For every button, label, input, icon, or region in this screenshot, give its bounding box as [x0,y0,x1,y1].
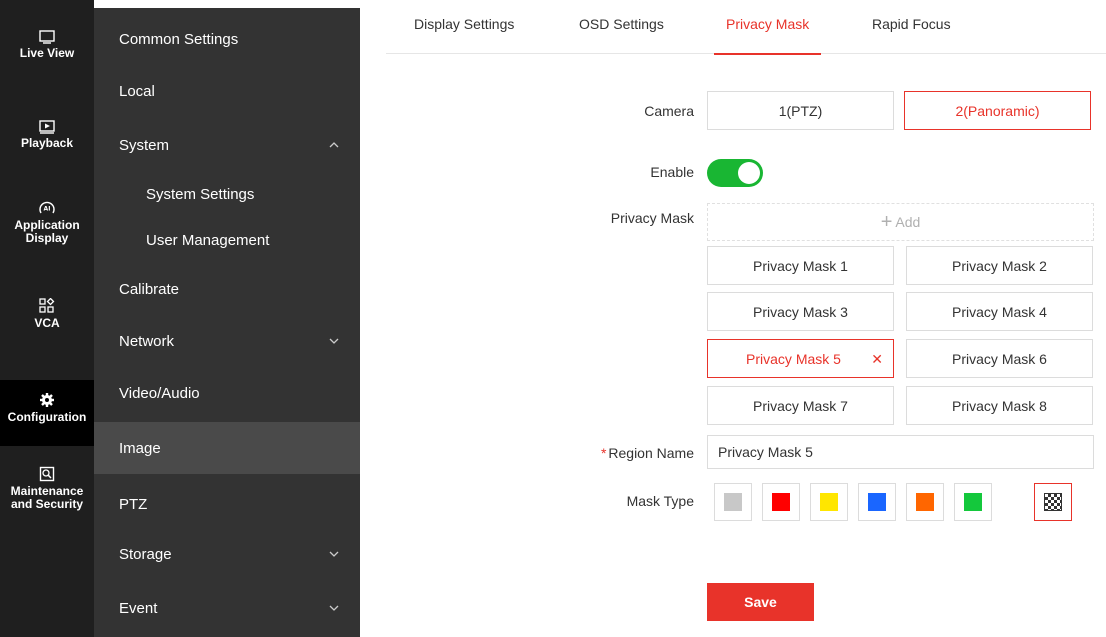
menu-label: Video/Audio [119,384,200,402]
playback-icon [39,120,55,134]
vca-grid-icon [39,298,55,313]
region-name-label-text: Region Name [608,445,694,461]
menu-item-network[interactable]: Network [94,315,360,367]
menu-item-image[interactable]: Image [94,422,360,474]
privacy-mask-3[interactable]: Privacy Mask 3 [707,292,894,331]
color-chip [964,493,982,511]
menu-label: Event [119,599,158,617]
menu-label: Network [119,332,175,350]
rail-item-playback[interactable]: Playback [0,120,94,150]
rail-item-maintenance[interactable]: Maintenance and Security [0,466,94,511]
privacy-mask-5[interactable]: Privacy Mask 5 ✕ [707,339,894,378]
menu-label: Local [119,82,155,100]
menu-item-storage[interactable]: Storage [94,528,360,580]
svg-text:AI: AI [44,206,51,213]
main-navigation-rail: Live View Playback AI Application Displa… [0,0,94,637]
region-name-input[interactable] [707,435,1094,469]
mosaic-icon [1044,493,1062,511]
color-chip [820,493,838,511]
menu-item-system[interactable]: System [94,119,360,171]
menu-item-system-settings[interactable]: System Settings [94,171,360,217]
enable-toggle[interactable] [707,159,763,187]
privacy-mask-7[interactable]: Privacy Mask 7 [707,386,894,425]
privacy-mask-label: Privacy Mask [610,210,694,226]
color-chip [868,493,886,511]
mask-label: Privacy Mask 5 [746,350,841,367]
privacy-mask-1[interactable]: Privacy Mask 1 [707,246,894,285]
rail-label: Live View [19,46,75,60]
menu-label: Common Settings [119,30,239,48]
menu-item-common-settings[interactable]: Common Settings [94,13,360,65]
rail-label: VCA [34,316,60,330]
image-tabs: Display Settings OSD Settings Privacy Ma… [386,0,1106,55]
add-mask-button[interactable]: + Add [707,203,1094,241]
mask-type-mosaic[interactable] [1034,483,1072,521]
menu-label: System Settings [146,185,255,203]
enable-label: Enable [650,164,694,180]
camera-option-ptz[interactable]: 1(PTZ) [707,91,894,130]
menu-item-local[interactable]: Local [94,65,360,117]
rail-label: Maintenance and Security [10,484,84,511]
menu-item-ptz[interactable]: PTZ [94,478,360,530]
menu-item-video-audio[interactable]: Video/Audio [94,367,360,419]
save-button[interactable]: Save [707,583,814,621]
menu-label: PTZ [119,495,148,513]
close-icon[interactable]: ✕ [871,351,883,367]
monitor-icon [39,30,55,44]
rail-item-vca[interactable]: VCA [0,298,94,330]
chevron-down-icon [329,605,339,611]
toggle-knob [738,162,760,184]
mask-type-label: Mask Type [626,493,694,509]
menu-label: User Management [146,231,270,249]
menu-item-calibrate[interactable]: Calibrate [94,263,360,315]
camera-option-panoramic[interactable]: 2(Panoramic) [904,91,1091,130]
menu-label: System [119,136,170,154]
rail-item-configuration[interactable]: Configuration [0,380,94,446]
chevron-down-icon [329,551,339,557]
privacy-mask-6[interactable]: Privacy Mask 6 [906,339,1093,378]
menu-label: Calibrate [119,280,180,298]
color-chip [916,493,934,511]
rail-label: Application Display [14,218,80,245]
rail-label: Playback [20,136,74,150]
ai-icon: AI [39,201,55,214]
menu-item-event[interactable]: Event [94,582,360,634]
menu-item-user-management[interactable]: User Management [94,217,360,263]
tab-osd-settings[interactable]: OSD Settings [579,16,664,54]
rail-item-application-display[interactable]: AI Application Display [0,200,94,245]
mask-type-color-5[interactable] [906,483,944,521]
tab-rapid-focus[interactable]: Rapid Focus [872,16,951,54]
plus-icon: + [880,210,893,233]
mask-type-color-1[interactable] [714,483,752,521]
rail-item-live-view[interactable]: Live View [0,30,94,60]
mask-type-color-3[interactable] [810,483,848,521]
chevron-up-icon [329,142,339,148]
privacy-mask-8[interactable]: Privacy Mask 8 [906,386,1093,425]
tab-display-settings[interactable]: Display Settings [414,16,514,54]
configuration-menu: Common Settings Local System System Sett… [94,8,360,637]
rail-label: Configuration [7,410,87,424]
mask-type-color-2[interactable] [762,483,800,521]
color-chip [772,493,790,511]
privacy-mask-2[interactable]: Privacy Mask 2 [906,246,1093,285]
chevron-down-icon [329,338,339,344]
tab-privacy-mask[interactable]: Privacy Mask [713,16,822,55]
menu-label: Storage [119,545,172,563]
camera-label: Camera [644,103,694,119]
maintenance-icon [39,466,55,482]
privacy-mask-4[interactable]: Privacy Mask 4 [906,292,1093,331]
gear-icon [40,393,54,407]
mask-type-color-6[interactable] [954,483,992,521]
required-asterisk: * [600,445,607,461]
region-name-label: * Region Name [494,445,694,461]
add-label: Add [895,214,921,230]
color-chip [724,493,742,511]
menu-label: Image [119,439,161,457]
mask-type-color-4[interactable] [858,483,896,521]
